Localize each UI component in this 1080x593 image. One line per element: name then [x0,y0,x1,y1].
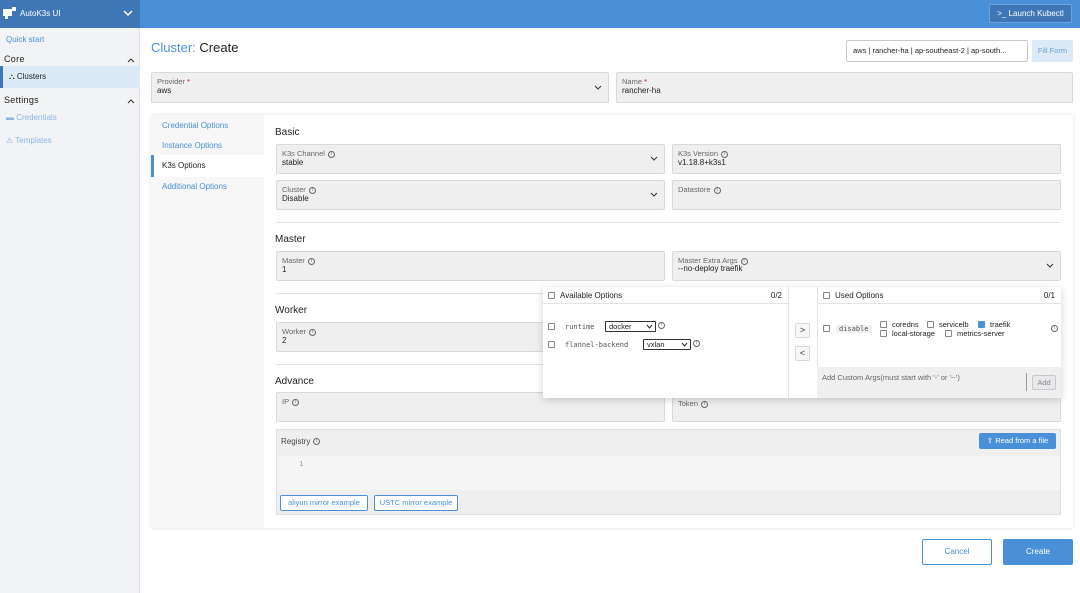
launch-kubectl-label: Launch Kubectl [1008,9,1064,18]
create-button[interactable]: Create [1003,539,1073,565]
k3s-channel-select[interactable]: K3s Channel i stable [276,144,665,174]
brand-menu[interactable]: AutoK3s UI [0,0,140,28]
upload-icon: ⇧ [986,436,994,445]
name-value: rancher-ha [622,86,661,95]
info-icon: i [309,328,317,336]
move-left-button[interactable]: < [795,346,810,361]
section-advance: Advance [275,376,314,387]
select-all-available-checkbox[interactable] [548,292,555,299]
datastore-field[interactable]: Datastore i [672,180,1061,210]
chevron-down-icon [594,85,602,90]
metrics-server-checkbox[interactable] [945,330,952,337]
folder-icon: ▬ [6,113,14,122]
tab-k3s-options[interactable]: K3s Options [151,155,264,177]
info-icon: i [658,322,665,329]
launch-kubectl-button[interactable]: >_ Launch Kubectl [989,4,1072,23]
sidebar-group-core[interactable]: Core [4,54,25,64]
provider-value: aws [157,86,172,95]
add-custom-args-button[interactable]: Add [1032,375,1056,390]
info-icon: i [307,257,315,265]
sidebar-group-settings[interactable]: Settings [4,95,39,105]
info-icon: i [701,400,709,408]
chevron-down-icon[interactable] [122,7,134,19]
cancel-button[interactable]: Cancel [922,539,992,565]
sidebar-item-clusters[interactable]: ⛬ Clusters [0,66,140,88]
page-title: Cluster: Create [151,40,239,55]
ustc-mirror-example-button[interactable]: USTC mirror example [374,495,458,511]
flannel-backend-checkbox[interactable] [548,341,555,348]
sidebar-item-label: Clusters [16,72,47,81]
master-extra-args-select[interactable]: Master Extra Args i --no-deploy traefik [672,251,1061,281]
chevron-down-icon [681,342,688,347]
info-icon: i [1051,325,1058,332]
runtime-option-name: runtime [565,323,595,331]
chevron-up-icon[interactable] [127,56,135,64]
info-icon: i [308,186,316,194]
tab-credential-options[interactable]: Credential Options [162,121,228,130]
chevron-down-icon [650,192,658,197]
disable-checkbox[interactable] [823,325,830,332]
sidebar-item-credentials[interactable]: ▬ Credentials [6,113,57,122]
section-basic: Basic [275,127,300,138]
name-field[interactable]: Name * rancher-ha [616,72,1073,103]
tab-instance-options[interactable]: Instance Options [162,141,222,150]
sidebar-item-templates[interactable]: ⚠ Templates [6,136,52,145]
sidebar: Quick start Core ⛬ Clusters Settings ▬ C… [0,28,140,593]
info-icon: i [313,438,321,446]
chevron-down-icon [650,156,658,161]
fill-form-button[interactable]: Fill Form [1032,40,1073,62]
info-icon: i [713,186,721,194]
runtime-select[interactable]: docker [605,321,656,332]
available-count: 0/2 [770,291,782,300]
option-tabs: Credential Options Instance Options K3s … [151,115,264,528]
clusters-icon: ⛬ [9,72,15,81]
tab-additional-options[interactable]: Additional Options [162,182,227,191]
flannel-backend-select[interactable]: vxlan [643,339,691,350]
aliyun-mirror-example-button[interactable]: aliyun mirror example [280,495,368,511]
info-icon: i [327,150,335,158]
available-options-panel: Available Options 0/2 runtime docker i f… [543,287,789,398]
brand-title: AutoK3s UI [20,9,61,18]
warning-icon: ⚠ [6,136,14,145]
sidebar-item-label: Templates [15,136,52,145]
disable-option-name: disable [836,325,872,333]
line-number: 1 [299,460,304,468]
section-worker: Worker [275,305,308,316]
read-from-file-button[interactable]: ⇧ Read from a file [979,433,1056,449]
options-transfer-popup: Available Options 0/2 runtime docker i f… [543,287,1061,398]
top-bar [0,0,1080,28]
flannel-backend-option-name: flannel-backend [565,341,629,349]
custom-args-input[interactable]: Add Custom Args(must start with '-' or '… [817,367,1061,398]
chevron-down-icon [646,324,653,329]
registry-label: Registry [281,437,311,446]
info-icon: i [721,150,729,158]
local-storage-checkbox[interactable] [880,330,887,337]
chevron-down-icon [1046,263,1054,268]
sidebar-item-quick-start[interactable]: Quick start [6,35,44,44]
select-all-used-checkbox[interactable] [823,292,830,299]
traefik-checkbox[interactable] [978,321,985,328]
divider [276,222,1061,223]
servicelb-checkbox[interactable] [927,321,934,328]
terminal-icon: >_ [997,9,1007,18]
provider-select[interactable]: Provider * aws [151,72,609,103]
k3s-version-field[interactable]: K3s Version i v1.18.8+k3s1 [672,144,1061,174]
cluster-select[interactable]: Cluster i Disable [276,180,665,210]
info-icon: i [693,340,700,347]
coredns-checkbox[interactable] [880,321,887,328]
chevron-up-icon[interactable] [127,97,135,105]
used-count: 0/1 [1043,291,1055,300]
registry-code-editor[interactable]: 1 [277,456,1060,490]
autok3s-logo-icon [3,7,16,19]
master-count-field[interactable]: Master i 1 [276,251,665,281]
runtime-checkbox[interactable] [548,323,555,330]
move-right-button[interactable]: > [795,323,810,338]
info-icon: i [292,398,300,406]
cluster-summary: aws | rancher-ha | ap-southeast-2 | ap-s… [846,40,1028,62]
section-master: Master [275,234,306,245]
sidebar-item-label: Credentials [16,113,57,122]
